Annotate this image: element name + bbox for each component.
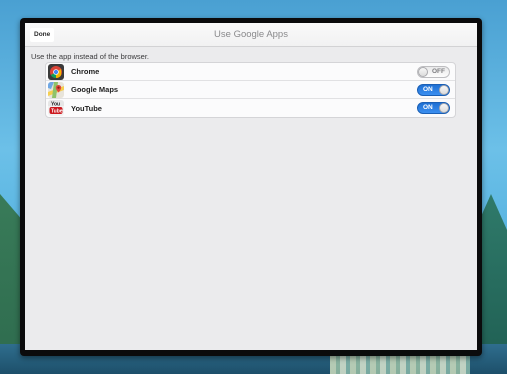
google-maps-toggle[interactable]: ON [417, 84, 450, 96]
chrome-toggle[interactable]: OFF [417, 66, 450, 78]
toggle-knob [439, 85, 449, 95]
modal-screen: Done Use Google Apps Use the app instead… [25, 23, 477, 350]
toggle-state-label: ON [423, 104, 433, 111]
apps-settings-list: Chrome OFF Google Maps ON You Tube YouTu… [45, 62, 456, 118]
toggle-knob [418, 67, 428, 77]
youtube-toggle[interactable]: ON [417, 102, 450, 114]
setting-row-youtube: You Tube YouTube ON [46, 99, 455, 117]
setting-row-chrome: Chrome OFF [46, 63, 455, 81]
section-description: Use the app instead of the browser. [31, 52, 149, 61]
device-frame: Done Use Google Apps Use the app instead… [20, 18, 482, 356]
svg-text:You: You [51, 102, 60, 108]
app-name-youtube: YouTube [71, 103, 102, 113]
app-name-chrome: Chrome [71, 67, 100, 76]
toggle-state-label: ON [423, 86, 433, 93]
setting-row-google-maps: Google Maps ON [46, 81, 455, 99]
toggle-state-label: OFF [432, 68, 445, 75]
svg-text:Tube: Tube [51, 109, 63, 115]
page-title: Use Google Apps [214, 29, 288, 40]
toggle-knob [439, 103, 449, 113]
chrome-icon [48, 63, 64, 80]
google-maps-icon [48, 81, 64, 98]
youtube-icon: You Tube [48, 100, 64, 116]
navigation-bar: Done Use Google Apps [25, 23, 477, 47]
app-name-google-maps: Google Maps [71, 85, 119, 94]
